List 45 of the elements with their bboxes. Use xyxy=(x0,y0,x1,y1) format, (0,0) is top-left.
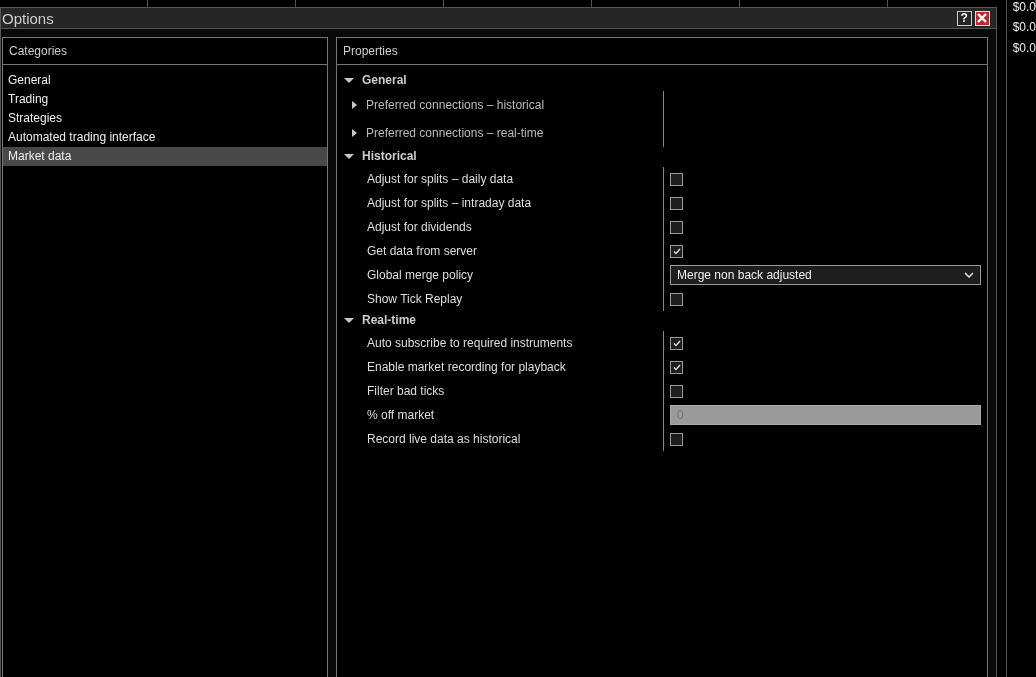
property-label: Auto subscribe to required instruments xyxy=(367,336,573,350)
window-title: Options xyxy=(1,9,55,27)
property-label: Adjust for splits – intraday data xyxy=(367,196,532,210)
category-item[interactable]: Market data xyxy=(3,147,327,166)
property-label: Enable market recording for playback xyxy=(367,360,566,374)
checkbox[interactable] xyxy=(670,360,683,374)
expand-arrow-icon[interactable] xyxy=(352,101,357,109)
price-text: $0.0 xyxy=(1012,41,1036,57)
property-label: Preferred connections – real-time xyxy=(366,126,544,140)
checkbox[interactable] xyxy=(670,220,683,234)
group-header: General xyxy=(362,73,407,87)
category-item[interactable]: Strategies xyxy=(3,109,327,128)
property-label: % off market xyxy=(367,408,435,422)
property-label: Adjust for splits – daily data xyxy=(367,172,514,186)
category-item[interactable]: Trading xyxy=(3,90,327,109)
expand-arrow-icon[interactable] xyxy=(352,129,357,137)
checkbox[interactable] xyxy=(670,384,683,398)
group-header: Real-time xyxy=(362,313,417,327)
collapse-arrow-icon[interactable] xyxy=(344,317,354,323)
close-button[interactable] xyxy=(974,10,990,26)
checkbox[interactable] xyxy=(670,336,683,350)
property-label: Show Tick Replay xyxy=(367,292,463,306)
panel-header: Categories xyxy=(3,38,327,65)
checkbox[interactable] xyxy=(670,432,683,446)
dropdown[interactable]: Merge non back adjusted xyxy=(670,265,981,285)
checkbox[interactable] xyxy=(670,292,683,306)
category-item[interactable]: Automated trading interface xyxy=(3,128,327,147)
collapse-arrow-icon[interactable] xyxy=(344,153,354,159)
group-header: Historical xyxy=(362,149,417,163)
property-label: Record live data as historical xyxy=(367,432,521,446)
checkbox[interactable] xyxy=(670,244,683,258)
property-label: Preferred connections – historical xyxy=(366,98,545,112)
price-text: $0.0 xyxy=(1012,20,1036,36)
property-label: Get data from server xyxy=(367,244,478,258)
help-button[interactable]: ? xyxy=(956,10,972,26)
category-item[interactable]: General xyxy=(3,71,327,90)
collapse-arrow-icon[interactable] xyxy=(344,77,354,83)
chevron-down-icon xyxy=(963,272,974,278)
price-text: $0.0 xyxy=(1012,0,1036,16)
checkbox[interactable] xyxy=(670,172,683,186)
panel-header: Properties xyxy=(337,38,987,65)
property-label: Adjust for dividends xyxy=(367,220,472,234)
property-label: Global merge policy xyxy=(367,268,474,282)
checkbox[interactable] xyxy=(670,196,683,210)
property-label: Filter bad ticks xyxy=(367,384,445,398)
